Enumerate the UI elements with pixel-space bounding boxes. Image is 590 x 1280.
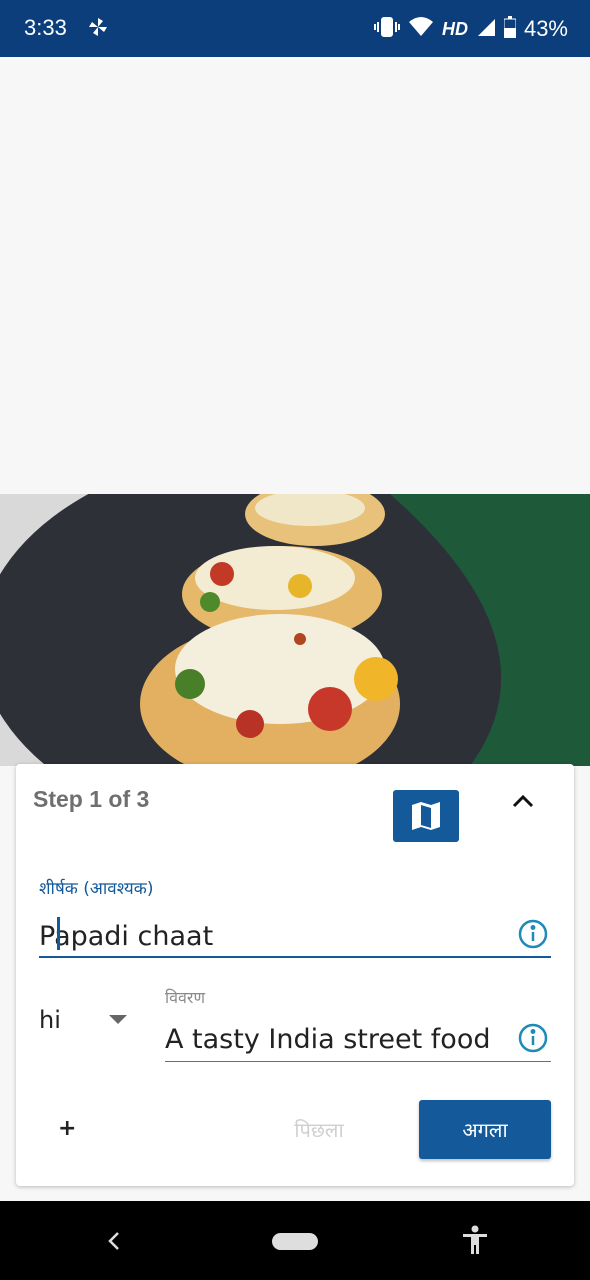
food-photo bbox=[0, 494, 590, 766]
text-cursor bbox=[57, 917, 60, 950]
signal-icon bbox=[476, 17, 496, 42]
map-button[interactable] bbox=[393, 790, 459, 842]
title-input[interactable] bbox=[39, 914, 549, 958]
battery-percent: 43% bbox=[523, 16, 568, 41]
info-icon[interactable] bbox=[517, 918, 549, 950]
title-underline bbox=[39, 956, 551, 958]
blank-content-area bbox=[0, 57, 590, 494]
info-icon[interactable] bbox=[517, 1022, 549, 1054]
language-select[interactable]: hi bbox=[39, 1004, 135, 1036]
step-card: Step 1 of 3 शीर्षक (आवश्यक) hi विवरण + bbox=[16, 764, 574, 1186]
battery-icon bbox=[503, 15, 517, 43]
back-icon[interactable] bbox=[104, 1229, 124, 1253]
home-pill-icon[interactable] bbox=[272, 1233, 318, 1250]
wifi-icon bbox=[408, 16, 434, 43]
network-type: HD bbox=[441, 18, 468, 39]
next-button[interactable]: अगला bbox=[419, 1100, 551, 1159]
map-icon bbox=[412, 802, 440, 830]
vibrate-icon bbox=[373, 16, 400, 43]
previous-button[interactable]: पिछला bbox=[279, 1116, 359, 1143]
accessibility-icon[interactable] bbox=[461, 1225, 489, 1255]
collapse-button[interactable] bbox=[508, 786, 538, 816]
title-field-label: शीर्षक (आवश्यक) bbox=[39, 879, 154, 899]
pinwheel-icon bbox=[86, 15, 110, 39]
add-language-button[interactable]: + bbox=[58, 1116, 84, 1142]
status-time: 3:33 bbox=[24, 15, 67, 40]
description-underline bbox=[165, 1061, 551, 1062]
description-input[interactable] bbox=[165, 1019, 505, 1059]
next-button-label: अगला bbox=[462, 1118, 508, 1142]
step-indicator: Step 1 of 3 bbox=[33, 786, 150, 812]
system-nav-bar bbox=[0, 1201, 590, 1280]
caret-down-icon bbox=[109, 1015, 127, 1024]
status-bar: 3:33 HD 43% bbox=[0, 0, 590, 57]
description-field-label: विवरण bbox=[165, 988, 206, 1007]
language-value: hi bbox=[39, 1006, 61, 1034]
chevron-up-icon bbox=[512, 794, 534, 808]
